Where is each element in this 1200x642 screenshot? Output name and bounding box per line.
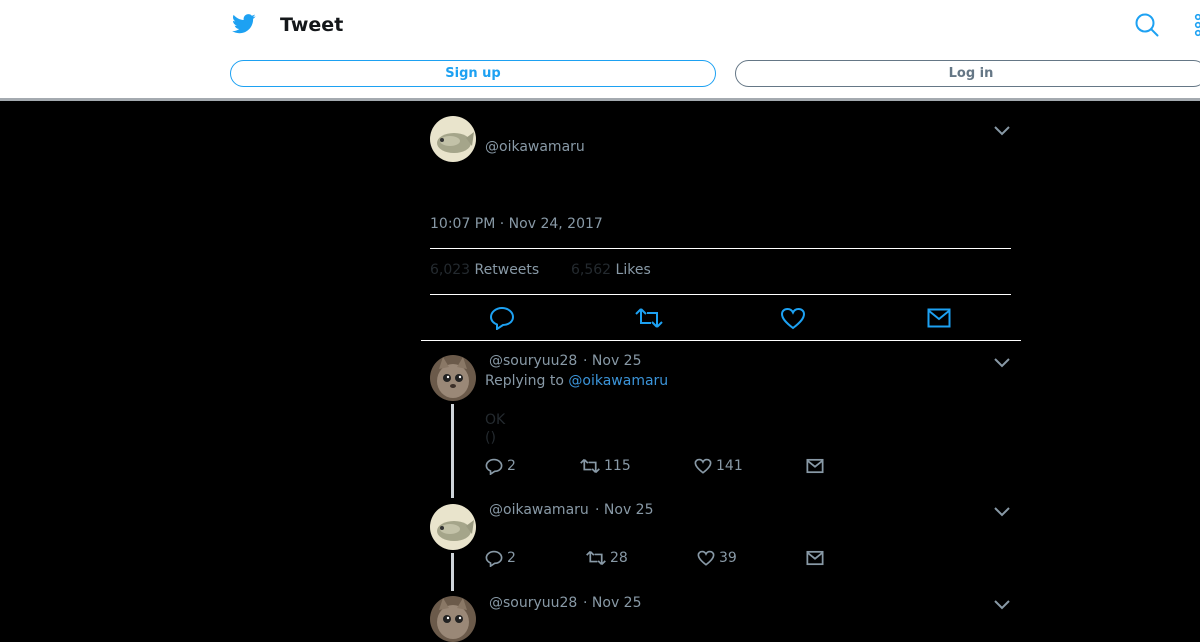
reply-author-handle[interactable]: @oikawamaru	[489, 501, 589, 519]
reply-author-handle[interactable]: @souryuu28	[489, 594, 577, 612]
reply-text: OK	[485, 412, 506, 428]
reply-icon[interactable]	[489, 306, 515, 334]
reply-count: 2	[507, 550, 516, 566]
top-bar-divider	[0, 98, 1200, 101]
likes-stat[interactable]: 6,562 Likes	[571, 261, 651, 279]
like-count: 39	[719, 550, 737, 566]
reply-icon	[485, 458, 503, 475]
avatar[interactable]	[430, 504, 476, 550]
chevron-down-icon[interactable]	[992, 596, 1012, 610]
retweet-action[interactable]: 28	[586, 549, 628, 567]
like-icon	[697, 550, 715, 566]
search-icon[interactable]	[1134, 12, 1160, 38]
replying-to-prefix: Replying to	[485, 373, 569, 389]
like-count: 141	[716, 458, 743, 474]
likes-count: 6,562	[571, 262, 612, 278]
divider	[430, 294, 1011, 295]
reply-date[interactable]: · Nov 25	[583, 594, 642, 612]
tweet-author-handle[interactable]: @oikawamaru	[485, 138, 585, 156]
login-button[interactable]: Log in	[735, 60, 1200, 87]
replying-to-link[interactable]: @oikawamaru	[568, 373, 668, 389]
thread-line	[451, 404, 454, 498]
thread-line	[451, 553, 454, 591]
retweet-count: 28	[610, 550, 628, 566]
retweet-icon	[580, 458, 600, 474]
like-icon	[694, 458, 712, 474]
message-icon[interactable]	[806, 458, 824, 478]
retweet-action[interactable]: 115	[580, 457, 631, 475]
replying-to: Replying to @oikawamaru	[485, 372, 668, 390]
more-icon[interactable]	[1190, 14, 1200, 38]
reply-date[interactable]: · Nov 25	[583, 352, 642, 370]
avatar[interactable]	[430, 116, 476, 162]
likes-label: Likes	[615, 262, 651, 278]
reply-text: ()	[485, 430, 496, 446]
reply-action[interactable]: 2	[485, 457, 516, 475]
retweet-icon	[586, 550, 606, 566]
retweet-count: 115	[604, 458, 631, 474]
chevron-down-icon[interactable]	[992, 354, 1012, 368]
retweets-label: Retweets	[474, 262, 540, 278]
signup-button[interactable]: Sign up	[230, 60, 716, 87]
twitter-bird-icon[interactable]	[232, 13, 256, 35]
avatar[interactable]	[430, 355, 476, 401]
page-title: Tweet	[280, 14, 344, 36]
reply-icon	[485, 550, 503, 567]
divider	[421, 340, 1021, 341]
reply-date[interactable]: · Nov 25	[595, 501, 654, 519]
message-icon[interactable]	[927, 307, 951, 333]
chevron-down-icon[interactable]	[992, 503, 1012, 517]
divider	[430, 248, 1011, 249]
message-icon[interactable]	[806, 550, 824, 570]
tweet-timestamp[interactable]: 10:07 PM · Nov 24, 2017	[430, 215, 603, 233]
reply-action[interactable]: 2	[485, 549, 516, 567]
avatar[interactable]	[430, 596, 476, 642]
reply-author-handle[interactable]: @souryuu28	[489, 352, 577, 370]
like-icon[interactable]	[780, 307, 806, 335]
reply-count: 2	[507, 458, 516, 474]
retweet-icon[interactable]	[635, 307, 663, 333]
retweets-stat[interactable]: 6,023 Retweets	[430, 261, 539, 279]
retweets-count: 6,023	[430, 262, 471, 278]
like-action[interactable]: 39	[697, 549, 737, 567]
chevron-down-icon[interactable]	[992, 122, 1012, 136]
like-action[interactable]: 141	[694, 457, 743, 475]
